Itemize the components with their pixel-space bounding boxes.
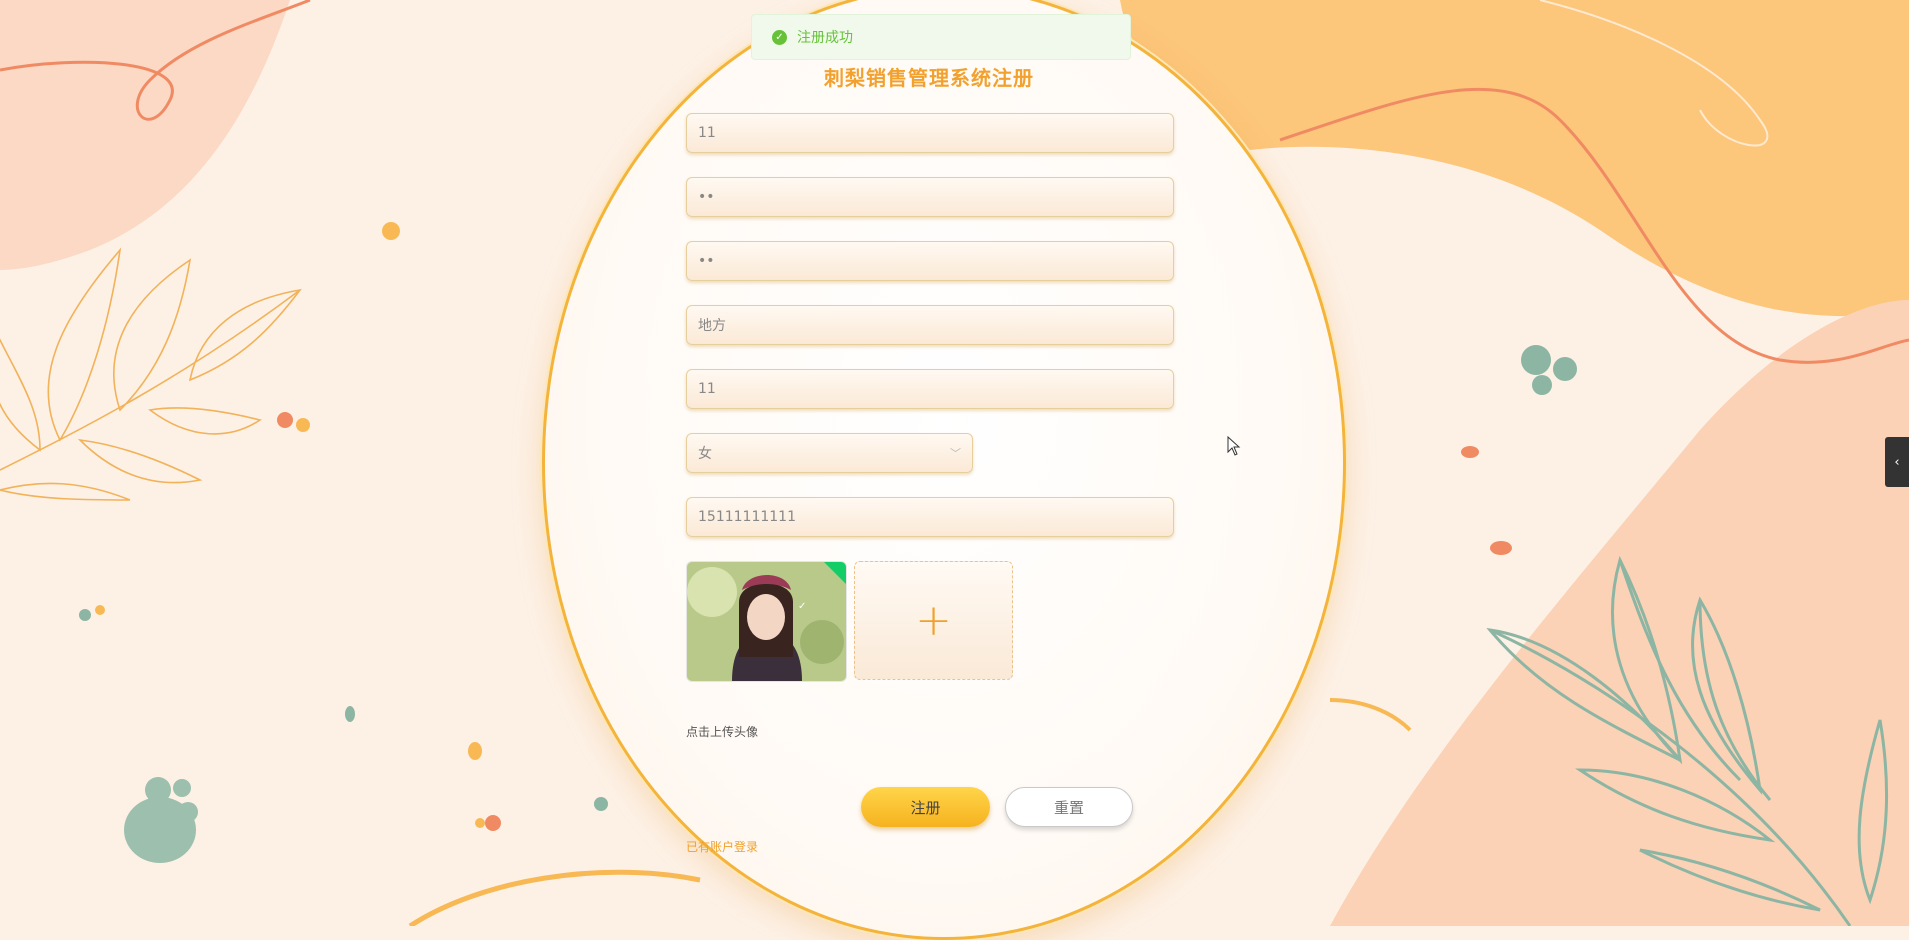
bg-dot (468, 742, 482, 760)
bg-dot (475, 818, 485, 828)
name-field[interactable]: 地方 (686, 305, 1174, 345)
page-title: 刺梨销售管理系统注册 (824, 66, 1034, 90)
password-value: •• (698, 189, 715, 205)
password-field[interactable]: •• (686, 177, 1174, 217)
age-value: 11 (698, 381, 716, 397)
bg-dot (1532, 375, 1552, 395)
chevron-down-icon: ﹀ (950, 447, 961, 460)
plus-icon: + (915, 595, 952, 646)
username-field[interactable]: 11 (686, 113, 1174, 153)
chevron-left-icon: ‹ (1894, 454, 1900, 470)
confirm-password-value: •• (698, 253, 715, 269)
reset-button[interactable]: 重置 (1005, 787, 1133, 827)
age-field[interactable]: 11 (686, 369, 1174, 409)
bg-dot (594, 797, 608, 811)
name-value: 地方 (698, 318, 726, 334)
confirm-password-field[interactable]: •• (686, 241, 1174, 281)
bg-blob-top-left (0, 0, 290, 270)
bg-dot (1461, 446, 1479, 458)
bg-dot (277, 412, 293, 428)
bg-dot (1490, 541, 1512, 555)
bg-dot (1553, 357, 1577, 381)
bg-dot (345, 706, 355, 722)
bg-dot (485, 815, 501, 831)
bg-paw (124, 777, 198, 863)
bg-dot (79, 609, 91, 621)
gender-value: 女 (698, 446, 712, 462)
side-panel-toggle[interactable]: ‹ (1885, 437, 1909, 487)
username-value: 11 (698, 125, 716, 141)
upload-hint: 点击上传头像 (686, 725, 759, 739)
register-button[interactable]: 注册 (861, 787, 990, 827)
avatar-upload-button[interactable]: + (854, 561, 1013, 680)
avatar-preview[interactable]: ✓ (686, 561, 847, 682)
phone-value: 15111111111 (698, 509, 796, 525)
bg-blob-bottom-right (1330, 300, 1909, 926)
bg-dot (382, 222, 400, 240)
login-link[interactable]: 已有账户登录 (686, 838, 758, 855)
bg-curve-bottom (408, 869, 701, 926)
bg-curve-bottom-right (1329, 698, 1412, 732)
bg-dot (296, 418, 310, 432)
avatar-image: ✓ (687, 562, 846, 681)
svg-text:✓: ✓ (798, 601, 806, 612)
bg-dot (95, 605, 105, 615)
phone-field[interactable]: 15111111111 (686, 497, 1174, 537)
bg-dot (1521, 345, 1551, 375)
check-circle-icon: ✓ (772, 29, 787, 45)
success-toast: ✓ 注册成功 (751, 14, 1131, 60)
leaf-branch-left (0, 247, 302, 501)
toast-message: 注册成功 (797, 30, 853, 46)
gender-select[interactable]: 女 ﹀ (686, 433, 973, 473)
mouse-cursor-icon (1227, 436, 1241, 456)
